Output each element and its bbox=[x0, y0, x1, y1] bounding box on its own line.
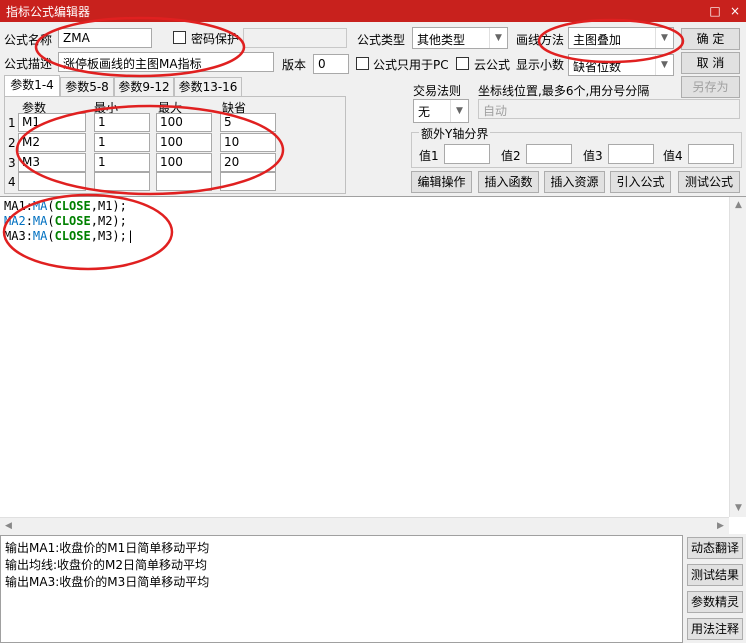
vertical-scrollbar[interactable]: ▲ ▼ bbox=[729, 197, 746, 517]
cancel-button[interactable]: 取 消 bbox=[681, 52, 740, 74]
y-axis-value3-input[interactable] bbox=[608, 144, 654, 164]
param-name-input[interactable] bbox=[18, 172, 86, 191]
formula-desc-input[interactable]: 涨停板画线的主图MA指标 bbox=[58, 52, 274, 72]
tab-params-13-16[interactable]: 参数13-16 bbox=[174, 77, 242, 97]
test-formula-button[interactable]: 测试公式 bbox=[678, 171, 740, 193]
y-axis-value2-input[interactable] bbox=[526, 144, 572, 164]
param-min-input[interactable] bbox=[94, 172, 150, 191]
param-row-index: 1 bbox=[8, 116, 16, 130]
insert-function-button[interactable]: 插入函数 bbox=[478, 171, 539, 193]
edit-ops-button[interactable]: 编辑操作 bbox=[411, 171, 472, 193]
param-min-input[interactable]: 1 bbox=[94, 113, 150, 132]
param-default-input[interactable]: 5 bbox=[220, 113, 276, 132]
y-axis-value3-label: 值3 bbox=[583, 149, 603, 163]
confirm-button[interactable]: 确 定 bbox=[681, 28, 740, 50]
code-line: MA1:MA(CLOSE,M1); bbox=[4, 199, 127, 213]
decimals-select[interactable]: 缺省位数 ▼ bbox=[568, 54, 674, 76]
formula-desc-label: 公式描述 bbox=[4, 57, 53, 71]
param-default-input[interactable]: 10 bbox=[220, 133, 276, 152]
close-icon[interactable]: × bbox=[726, 2, 744, 20]
param-name-input[interactable]: M3 bbox=[18, 153, 86, 172]
param-min-input[interactable]: 1 bbox=[94, 153, 150, 172]
code-line: MA3:MA(CLOSE,M3);| bbox=[4, 229, 135, 243]
password-checkbox[interactable] bbox=[173, 31, 186, 44]
param-default-input[interactable]: 20 bbox=[220, 153, 276, 172]
param-max-input[interactable]: 100 bbox=[156, 153, 212, 172]
param-row-index: 3 bbox=[8, 156, 16, 170]
y-axis-group-label: 额外Y轴分界 bbox=[419, 125, 491, 142]
trade-rule-select[interactable]: 无 ▼ bbox=[413, 99, 469, 123]
tab-params-5-8[interactable]: 参数5-8 bbox=[60, 77, 114, 97]
trade-rule-value: 无 bbox=[418, 105, 431, 119]
param-name-input[interactable]: M2 bbox=[18, 133, 86, 152]
horizontal-scrollbar[interactable]: ◀ ▶ bbox=[0, 517, 729, 534]
chevron-down-icon: ▼ bbox=[655, 28, 673, 48]
draw-method-select[interactable]: 主图叠加 ▼ bbox=[568, 27, 674, 49]
scroll-left-icon[interactable]: ◀ bbox=[0, 518, 17, 535]
version-label: 版本 bbox=[282, 58, 307, 72]
tab-params-1-4[interactable]: 参数1-4 bbox=[4, 75, 60, 97]
test-result-button[interactable]: 测试结果 bbox=[687, 564, 743, 586]
decimals-label: 显示小数 bbox=[516, 58, 565, 72]
cloud-label: 云公式 bbox=[474, 58, 511, 72]
note-line: 输出MA3:收盘价的M3日简单移动平均 bbox=[5, 575, 210, 589]
usage-notes[interactable]: 输出MA1:收盘价的M1日简单移动平均 输出均线:收盘价的M2日简单移动平均 输… bbox=[0, 535, 683, 643]
y-axis-value2-label: 值2 bbox=[501, 149, 521, 163]
chevron-down-icon: ▼ bbox=[450, 100, 468, 122]
formula-name-label: 公式名称 bbox=[4, 33, 53, 47]
password-input[interactable] bbox=[243, 28, 347, 48]
param-row-index: 4 bbox=[8, 175, 16, 189]
insert-resource-button[interactable]: 插入资源 bbox=[544, 171, 605, 193]
coord-line-input[interactable]: 自动 bbox=[478, 99, 740, 119]
code-line: MA2:MA(CLOSE,M2); bbox=[4, 214, 127, 228]
scroll-down-icon[interactable]: ▼ bbox=[730, 500, 746, 517]
draw-method-label: 画线方法 bbox=[516, 33, 565, 47]
window-title: 指标公式编辑器 bbox=[6, 5, 91, 19]
param-default-input[interactable] bbox=[220, 172, 276, 191]
decimals-value: 缺省位数 bbox=[573, 60, 622, 74]
formula-type-label: 公式类型 bbox=[357, 33, 406, 47]
formula-type-value: 其他类型 bbox=[417, 33, 466, 47]
usage-notes-button[interactable]: 用法注释 bbox=[687, 618, 743, 640]
code-editor[interactable] bbox=[0, 196, 746, 534]
param-row-index: 2 bbox=[8, 136, 16, 150]
y-axis-value4-input[interactable] bbox=[688, 144, 734, 164]
formula-type-select[interactable]: 其他类型 ▼ bbox=[412, 27, 508, 49]
y-axis-value1-label: 值1 bbox=[419, 149, 439, 163]
title-bar: 指标公式编辑器 □ × bbox=[0, 0, 746, 22]
note-line: 输出均线:收盘价的M2日简单移动平均 bbox=[5, 558, 208, 572]
param-wizard-button[interactable]: 参数精灵 bbox=[687, 591, 743, 613]
version-input[interactable]: 0 bbox=[313, 54, 349, 74]
scroll-up-icon[interactable]: ▲ bbox=[730, 197, 746, 214]
coord-line-label: 坐标线位置,最多6个,用分号分隔 bbox=[478, 84, 650, 98]
save-as-button[interactable]: 另存为 bbox=[681, 76, 740, 98]
formula-name-input[interactable]: ZMA bbox=[58, 28, 152, 48]
pc-only-checkbox[interactable] bbox=[356, 57, 369, 70]
param-max-input[interactable]: 100 bbox=[156, 113, 212, 132]
import-formula-button[interactable]: 引入公式 bbox=[610, 171, 671, 193]
dynamic-translate-button[interactable]: 动态翻译 bbox=[687, 537, 743, 559]
trade-rule-label: 交易法则 bbox=[413, 84, 462, 98]
password-label: 密码保护 bbox=[191, 32, 240, 46]
param-max-input[interactable]: 100 bbox=[156, 133, 212, 152]
chevron-down-icon: ▼ bbox=[655, 55, 673, 75]
tab-params-9-12[interactable]: 参数9-12 bbox=[114, 77, 174, 97]
scroll-right-icon[interactable]: ▶ bbox=[712, 518, 729, 535]
param-max-input[interactable] bbox=[156, 172, 212, 191]
y-axis-value4-label: 值4 bbox=[663, 149, 683, 163]
draw-method-value: 主图叠加 bbox=[573, 33, 622, 47]
note-line: 输出MA1:收盘价的M1日简单移动平均 bbox=[5, 541, 210, 555]
cloud-checkbox[interactable] bbox=[456, 57, 469, 70]
param-name-input[interactable]: M1 bbox=[18, 113, 86, 132]
chevron-down-icon: ▼ bbox=[489, 28, 507, 48]
maximize-icon[interactable]: □ bbox=[706, 2, 724, 20]
pc-only-label: 公式只用于PC bbox=[373, 58, 449, 72]
param-min-input[interactable]: 1 bbox=[94, 133, 150, 152]
y-axis-value1-input[interactable] bbox=[444, 144, 490, 164]
